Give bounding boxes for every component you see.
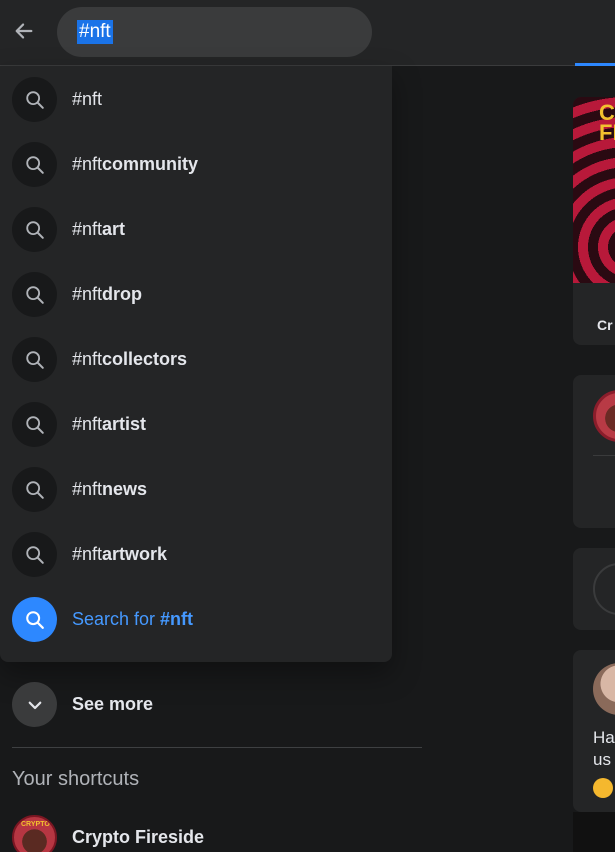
suggestion-item[interactable]: #nftart: [0, 197, 392, 262]
feed-card-post: Ha us: [573, 650, 615, 812]
suggestion-label: #nftnews: [72, 479, 147, 500]
search-for-term: #nft: [160, 609, 194, 629]
suggestion-query: #nft: [72, 219, 103, 239]
search-icon: [12, 402, 57, 447]
feed-card-media[interactable]: [573, 812, 615, 852]
see-more-button[interactable]: See more: [12, 682, 153, 727]
suggestion-query: #nft: [72, 544, 103, 564]
search-input[interactable]: #nft: [57, 7, 372, 57]
active-tab-indicator: [575, 63, 615, 66]
suggestion-label: #nftart: [72, 219, 125, 240]
suggestion-item[interactable]: #nftcollectors: [0, 327, 392, 392]
avatar[interactable]: [593, 663, 615, 715]
suggestion-completion: news: [102, 479, 148, 499]
divider: [593, 455, 615, 456]
search-icon: [12, 272, 57, 317]
card-caption: Cr: [597, 317, 613, 333]
chevron-down-icon: [12, 682, 57, 727]
suggestion-item[interactable]: #nftartwork: [0, 522, 392, 587]
thumbnail-title: C FI: [599, 100, 615, 145]
post-text: Ha us: [593, 728, 615, 769]
search-icon: [12, 77, 57, 122]
suggestion-item[interactable]: #nftdrop: [0, 262, 392, 327]
suggestion-query: #nft: [72, 284, 103, 304]
search-icon: [12, 337, 57, 382]
see-more-label: See more: [72, 694, 154, 714]
feed-card-video[interactable]: C FI Cr: [573, 97, 615, 345]
suggestion-item[interactable]: #nft: [0, 67, 392, 132]
search-for-prefix: Search for: [72, 609, 161, 629]
shortcuts-heading: Your shortcuts: [12, 768, 140, 790]
avatar-text: CRYPTO: [21, 821, 50, 828]
suggestion-query: #nft: [72, 414, 103, 434]
back-button[interactable]: [8, 15, 40, 47]
suggestion-completion: drop: [102, 284, 143, 304]
avatar: CRYPTO: [12, 815, 57, 852]
suggestion-query: #nft: [72, 479, 103, 499]
arrow-left-icon: [15, 23, 33, 39]
suggestion-label: #nftcommunity: [72, 154, 198, 175]
suggestion-query: #nft: [72, 154, 103, 174]
search-input-value[interactable]: #nft: [77, 20, 113, 44]
search-icon: [12, 142, 57, 187]
search-for-label: Search for #nft: [72, 609, 193, 630]
search-icon: [12, 532, 57, 577]
suggestion-label: #nftcollectors: [72, 349, 187, 370]
avatar[interactable]: [593, 563, 615, 615]
suggestion-completion: artwork: [102, 544, 168, 564]
suggestion-label: #nftartwork: [72, 544, 167, 565]
suggestion-item[interactable]: #nftcommunity: [0, 132, 392, 197]
suggestion-label: #nftartist: [72, 414, 146, 435]
feed-card-composer: [573, 375, 615, 528]
emoji-icon: [593, 778, 613, 798]
suggestion-completion: artist: [102, 414, 147, 434]
suggestion-label: #nftdrop: [72, 284, 142, 305]
feed-card-rooms: [573, 548, 615, 630]
search-icon: [12, 467, 57, 512]
suggestion-completion: art: [102, 219, 126, 239]
suggestion-completion: community: [102, 154, 199, 174]
shortcut-item-crypto-fireside[interactable]: CRYPTO Crypto Fireside: [12, 815, 204, 852]
search-icon: [12, 207, 57, 252]
search-for-button[interactable]: Search for #nft: [0, 587, 392, 652]
suggestion-label: #nft: [72, 89, 102, 110]
shortcut-label: Crypto Fireside: [72, 827, 205, 847]
search-icon: [12, 597, 57, 642]
avatar[interactable]: [593, 390, 615, 442]
divider: [12, 747, 422, 748]
search-suggestions-dropdown: #nft #nftcommunity #nftart #nftdrop #nftcoll…: [0, 66, 392, 662]
suggestion-completion: collectors: [102, 349, 188, 369]
suggestion-item[interactable]: #nftnews: [0, 457, 392, 522]
suggestion-query: #nft: [72, 89, 103, 109]
suggestion-query: #nft: [72, 349, 103, 369]
suggestion-item[interactable]: #nftartist: [0, 392, 392, 457]
